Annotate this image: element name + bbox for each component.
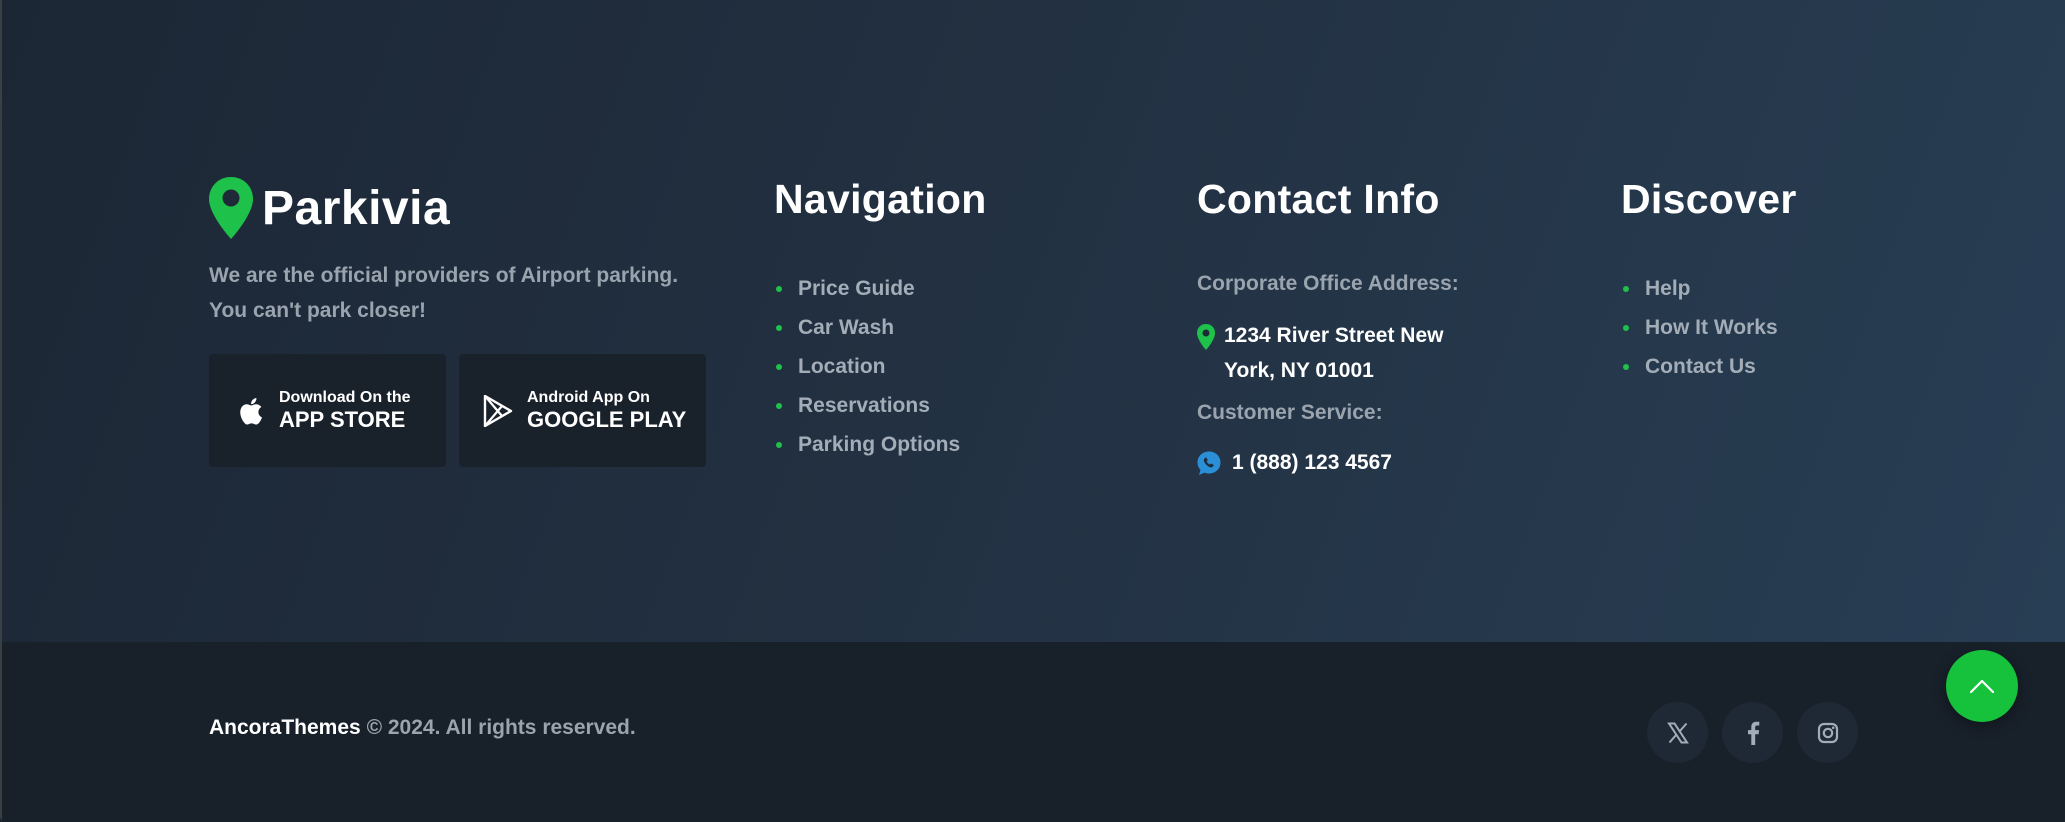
app-store-small-label: Download On the	[279, 388, 411, 406]
discover-item-how-it-works[interactable]: How It Works	[1623, 308, 1778, 347]
instagram-social-button[interactable]	[1797, 702, 1858, 763]
nav-item-label: Car Wash	[798, 315, 895, 339]
map-pin-icon	[209, 177, 253, 239]
discover-item-label: Contact Us	[1645, 354, 1756, 378]
bullet-dot	[776, 441, 782, 448]
nav-item-price-guide[interactable]: Price Guide	[776, 269, 960, 308]
x-icon	[1666, 722, 1689, 743]
bullet-dot	[1623, 324, 1629, 331]
x-social-button[interactable]	[1647, 702, 1708, 763]
address-label: Corporate Office Address:	[1197, 272, 1459, 295]
office-address: 1234 River Street New York, NY 01001	[1196, 318, 1464, 388]
bullet-dot	[1623, 285, 1629, 292]
copyright-text: AncoraThemes © 2024. All rights reserved…	[209, 716, 636, 740]
contact-heading: Contact Info	[1197, 176, 1440, 222]
google-play-text: Android App On GOOGLE PLAY	[527, 389, 686, 433]
brand-name: Parkivia	[262, 181, 451, 235]
apple-icon	[235, 394, 265, 428]
bullet-dot	[776, 402, 782, 409]
discover-item-label: Help	[1645, 276, 1691, 300]
facebook-icon	[1747, 721, 1759, 745]
phone-chat-icon	[1197, 451, 1221, 475]
nav-item-label: Parking Options	[798, 432, 961, 456]
navigation-list: Price Guide Car Wash Location Reservatio…	[776, 269, 960, 464]
nav-item-label: Price Guide	[798, 276, 915, 300]
nav-item-parking-options[interactable]: Parking Options	[776, 425, 960, 464]
navigation-heading: Navigation	[774, 176, 987, 222]
phone-number: 1 (888) 123 4567	[1232, 451, 1392, 474]
google-play-small-label: Android App On	[527, 388, 650, 406]
copyright-owner-link[interactable]: AncoraThemes	[209, 716, 361, 739]
footer-frame: Parkivia We are the official providers o…	[0, 0, 2065, 822]
tagline-line-1: We are the official providers of Airport…	[209, 264, 679, 287]
bullet-dot	[1623, 363, 1629, 370]
app-store-button[interactable]: Download On the APP STORE	[209, 354, 446, 467]
scroll-to-top-button[interactable]	[1946, 650, 2018, 722]
bullet-dot	[776, 285, 782, 292]
app-store-label: APP STORE	[279, 406, 406, 432]
copyright-rights: © 2024. All rights reserved.	[366, 716, 636, 739]
app-store-text: Download On the APP STORE	[279, 389, 411, 433]
discover-heading: Discover	[1621, 176, 1797, 222]
brand-logo[interactable]: Parkivia	[208, 176, 450, 240]
address-line-1: 1234 River Street New	[1224, 324, 1444, 347]
discover-item-help[interactable]: Help	[1623, 269, 1778, 308]
google-play-icon	[483, 394, 513, 428]
nav-item-label: Location	[798, 354, 886, 378]
window-edge	[0, 0, 2, 822]
customer-service-label: Customer Service:	[1197, 401, 1383, 424]
nav-item-reservations[interactable]: Reservations	[776, 386, 960, 425]
google-play-button[interactable]: Android App On GOOGLE PLAY	[459, 354, 706, 467]
discover-list: Help How It Works Contact Us	[1623, 269, 1778, 386]
location-pin-icon	[1197, 324, 1215, 350]
brand-tagline: We are the official providers of Airport…	[209, 258, 709, 328]
discover-item-contact-us[interactable]: Contact Us	[1623, 347, 1778, 386]
nav-item-label: Reservations	[798, 393, 930, 417]
nav-item-location[interactable]: Location	[776, 347, 960, 386]
bullet-dot	[776, 324, 782, 331]
discover-item-label: How It Works	[1645, 315, 1778, 339]
instagram-icon	[1817, 722, 1838, 743]
chevron-up-icon	[1969, 679, 1995, 694]
google-play-label: GOOGLE PLAY	[527, 406, 687, 432]
address-line-2: York, NY 01001	[1224, 359, 1374, 382]
facebook-social-button[interactable]	[1722, 702, 1783, 763]
phone-link[interactable]: 1 (888) 123 4567	[1196, 450, 1392, 476]
nav-item-car-wash[interactable]: Car Wash	[776, 308, 960, 347]
address-text: 1234 River Street New York, NY 01001	[1224, 318, 1464, 388]
bullet-dot	[776, 363, 782, 370]
tagline-line-2: You can't park closer!	[209, 299, 427, 322]
